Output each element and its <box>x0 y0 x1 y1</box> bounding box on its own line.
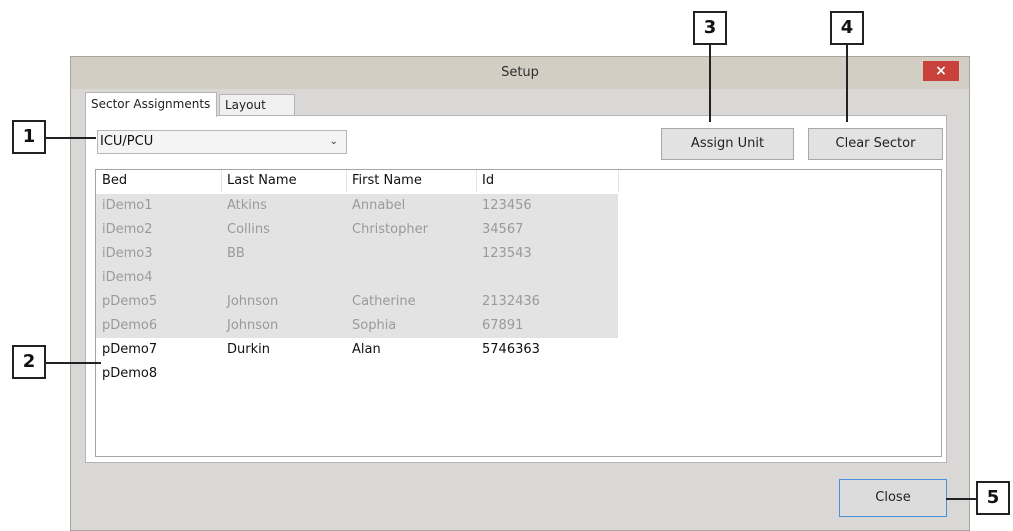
first-name-cell: Alan <box>352 342 381 357</box>
bed-list[interactable]: Bed Last Name First Name Id iDemo1 Atkin… <box>95 169 942 457</box>
id-cell: 123456 <box>482 198 532 213</box>
column-header-bed[interactable]: Bed <box>96 170 221 192</box>
last-name-cell: Johnson <box>227 294 279 309</box>
table-row[interactable]: pDemo6 Johnson Sophia 67891 <box>96 314 618 338</box>
last-name-cell: Collins <box>227 222 270 237</box>
first-name-cell: Annabel <box>352 198 406 213</box>
unit-select[interactable]: ICU/PCU ⌄ <box>97 130 347 154</box>
bed-cell: pDemo8 <box>102 366 158 381</box>
first-name-cell: Sophia <box>352 318 397 333</box>
callout-5-line <box>946 498 976 500</box>
column-header-last-name[interactable]: Last Name <box>221 170 346 192</box>
table-row[interactable]: iDemo4 <box>96 266 618 290</box>
list-header: Bed Last Name First Name Id <box>96 170 941 192</box>
last-name-cell: BB <box>227 246 245 261</box>
id-cell: 34567 <box>482 222 524 237</box>
setup-dialog: Setup × Sector Assignments Layout ICU/PC… <box>70 56 970 531</box>
id-cell: 5746363 <box>482 342 540 357</box>
unit-select-value: ICU/PCU <box>100 134 154 149</box>
id-cell: 123543 <box>482 246 532 261</box>
callout-3-badge: 3 <box>693 11 727 45</box>
close-icon[interactable]: × <box>923 61 959 81</box>
bed-cell: pDemo7 <box>102 342 158 357</box>
table-row[interactable]: pDemo8 <box>96 362 618 386</box>
table-row[interactable]: pDemo5 Johnson Catherine 2132436 <box>96 290 618 314</box>
bed-cell: pDemo6 <box>102 318 158 333</box>
id-cell: 2132436 <box>482 294 540 309</box>
callout-4-line <box>846 45 848 122</box>
assign-unit-button[interactable]: Assign Unit <box>661 128 794 160</box>
close-button[interactable]: Close <box>839 479 947 517</box>
callout-5-badge: 5 <box>976 481 1010 515</box>
bed-cell: iDemo3 <box>102 246 153 261</box>
window-title: Setup <box>501 65 539 80</box>
callout-4-badge: 4 <box>830 11 864 45</box>
callout-3-line <box>709 45 711 122</box>
bed-cell: iDemo2 <box>102 222 153 237</box>
column-header-first-name[interactable]: First Name <box>346 170 476 192</box>
last-name-cell: Durkin <box>227 342 270 357</box>
bed-cell: iDemo1 <box>102 198 153 213</box>
first-name-cell: Catherine <box>352 294 416 309</box>
callout-1-badge: 1 <box>12 120 46 154</box>
callout-2-line <box>46 362 101 364</box>
table-row[interactable]: iDemo1 Atkins Annabel 123456 <box>96 194 618 218</box>
tab-sector-assignments[interactable]: Sector Assignments <box>85 92 217 117</box>
id-cell: 67891 <box>482 318 524 333</box>
sector-assignments-panel: ICU/PCU ⌄ Assign Unit Clear Sector Bed L… <box>85 115 947 463</box>
chevron-down-icon: ⌄ <box>329 136 338 147</box>
bed-cell: iDemo4 <box>102 270 153 285</box>
tab-layout[interactable]: Layout <box>219 94 295 115</box>
callout-1-line <box>46 137 96 139</box>
last-name-cell: Johnson <box>227 318 279 333</box>
title-bar: Setup × <box>71 57 969 89</box>
last-name-cell: Atkins <box>227 198 267 213</box>
first-name-cell: Christopher <box>352 222 428 237</box>
column-header-id[interactable]: Id <box>476 170 618 192</box>
table-row[interactable]: iDemo3 BB 123543 <box>96 242 618 266</box>
bed-cell: pDemo5 <box>102 294 158 309</box>
callout-2-badge: 2 <box>12 345 46 379</box>
clear-sector-button[interactable]: Clear Sector <box>808 128 943 160</box>
table-row[interactable]: iDemo2 Collins Christopher 34567 <box>96 218 618 242</box>
table-row[interactable]: pDemo7 Durkin Alan 5746363 <box>96 338 618 362</box>
